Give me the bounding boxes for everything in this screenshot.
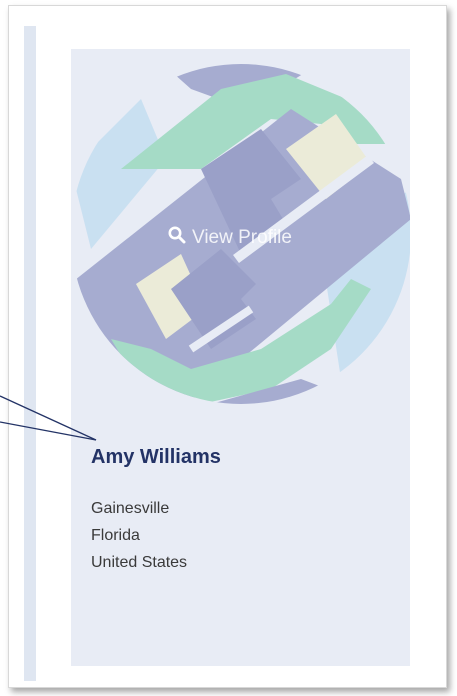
profile-name[interactable]: Amy Williams xyxy=(91,446,221,469)
left-rail xyxy=(24,26,36,681)
search-icon xyxy=(168,226,186,250)
view-profile-label: View Profile xyxy=(192,227,292,248)
location-country: United States xyxy=(91,554,188,571)
location-city: Gainesville xyxy=(91,500,170,517)
location-state: Florida xyxy=(91,527,140,544)
view-profile-link[interactable]: View Profile xyxy=(168,224,292,252)
